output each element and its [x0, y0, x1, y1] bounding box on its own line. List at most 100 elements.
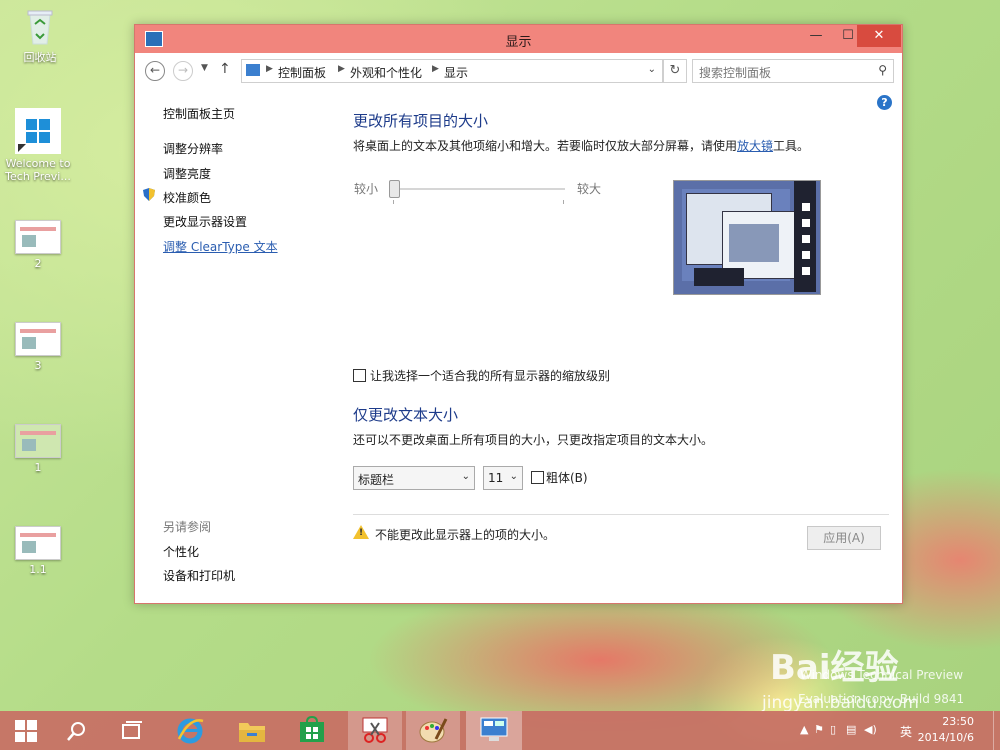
tray-show-hidden-icon[interactable]: ▲	[800, 723, 808, 736]
adjust-cleartype-link[interactable]: 调整 ClearType 文本	[163, 238, 278, 255]
desktop-icon-1[interactable]: 1	[0, 424, 78, 474]
desktop-icon-3[interactable]: 3	[0, 322, 78, 372]
taskbar-control-panel[interactable]	[466, 711, 522, 750]
preview-sidebar-icon	[802, 203, 810, 211]
preview-sidebar-icon	[802, 235, 810, 243]
breadcrumb[interactable]: ▶ 控制面板 ▶ 外观和个性化 ▶ 显示 ⌄	[241, 59, 663, 83]
task-view-button[interactable]	[110, 711, 154, 750]
store-icon	[300, 716, 324, 742]
forward-button[interactable]: →	[173, 61, 193, 81]
search-icon	[67, 722, 85, 741]
slider-tick	[393, 200, 394, 204]
control-panel-icon	[246, 64, 260, 76]
breadcrumb-item[interactable]: 控制面板	[278, 64, 326, 81]
taskbar-store[interactable]	[290, 711, 334, 750]
chevron-right-icon[interactable]: ▶	[432, 64, 439, 74]
chevron-right-icon[interactable]: ▶	[266, 64, 273, 74]
chevron-down-icon: ⌄	[509, 471, 518, 482]
help-icon[interactable]: ?	[877, 95, 892, 110]
clock-date: 2014/10/6	[917, 731, 974, 744]
magnifier-link[interactable]: 放大镜	[737, 139, 773, 153]
desktop-icon-2[interactable]: 2	[0, 220, 78, 270]
recent-locations-dropdown[interactable]: ▼	[201, 63, 208, 73]
tray-battery-icon[interactable]: ▯	[830, 723, 836, 736]
divider	[353, 514, 889, 515]
tray-volume-icon[interactable]: ◀)	[864, 723, 877, 736]
uac-shield-icon	[143, 188, 155, 201]
font-size-select[interactable]: 11 ⌄	[483, 466, 523, 490]
task-view-icon	[122, 721, 142, 739]
paint-palette-icon	[419, 718, 448, 743]
description-text: 将桌面上的文本及其他项缩小和增大。若要临时仅放大部分屏幕，请使用	[353, 139, 738, 153]
windows-logo-icon	[15, 108, 61, 154]
build-watermark: Evaluation copy. Build 9841	[798, 692, 965, 706]
taskbar-paint[interactable]	[406, 711, 460, 750]
title-bar[interactable]: 显示 — ☐ ✕	[135, 25, 902, 53]
refresh-button[interactable]: ↻	[663, 59, 687, 83]
size-slider-thumb[interactable]	[389, 180, 400, 198]
bold-checkbox[interactable]	[531, 471, 544, 484]
size-slider-track[interactable]	[389, 188, 565, 190]
control-panel-home-link[interactable]: 控制面板主页	[163, 105, 235, 122]
image-thumbnail-icon	[15, 424, 61, 458]
desktop-icon-1-1[interactable]: 1.1	[0, 526, 78, 576]
adjust-resolution-link[interactable]: 调整分辨率	[163, 140, 223, 157]
section-title-text-only: 仅更改文本大小	[353, 406, 459, 424]
taskbar-file-explorer[interactable]	[230, 711, 274, 750]
desktop-icon-label: 3	[34, 359, 42, 372]
preview-window-content	[729, 224, 779, 262]
taskbar-ie[interactable]	[168, 711, 212, 750]
show-desktop-button[interactable]	[993, 711, 1000, 750]
personalization-link[interactable]: 个性化	[163, 543, 199, 560]
font-size-value: 11	[488, 471, 504, 485]
desktop-icon-label: 2	[34, 257, 42, 270]
tray-flag-icon[interactable]: ⚑	[814, 723, 824, 736]
system-clock[interactable]: 23:50 2014/10/6	[918, 714, 974, 746]
change-display-settings-link[interactable]: 更改显示器设置	[163, 213, 247, 230]
bold-label[interactable]: 粗体(B)	[546, 469, 588, 486]
display-window: 显示 — ☐ ✕ ← → ▼ ↑ ▶ 控制面板 ▶ 外观和个性化 ▶ 显示 ⌄ …	[134, 24, 903, 604]
see-also-heading: 另请参阅	[163, 520, 212, 534]
back-button[interactable]: ←	[145, 61, 165, 81]
desktop-icon-label: 1	[34, 461, 42, 474]
item-select[interactable]: 标题栏 ⌄	[353, 466, 475, 490]
section-title-all-items: 更改所有项目的大小	[353, 112, 489, 130]
adjust-brightness-link[interactable]: 调整亮度	[163, 165, 211, 182]
tray-network-icon[interactable]: ▤	[846, 723, 856, 736]
search-input[interactable]: 搜索控制面板 ⚲	[692, 59, 894, 83]
breadcrumb-item[interactable]: 外观和个性化	[350, 64, 422, 81]
slider-min-label: 较小	[354, 182, 379, 196]
apply-button[interactable]: 应用(A)	[807, 526, 881, 550]
preview-sidebar-icon	[802, 251, 810, 259]
search-icon[interactable]: ⚲	[878, 63, 887, 77]
start-button[interactable]	[10, 711, 54, 750]
internet-explorer-icon	[177, 718, 204, 744]
image-thumbnail-icon	[15, 526, 61, 560]
window-title: 显示	[505, 35, 532, 50]
taskbar-search-button[interactable]	[56, 711, 100, 750]
calibrate-color-link[interactable]: 校准颜色	[163, 189, 211, 206]
custom-scaling-checkbox[interactable]	[353, 369, 366, 382]
desktop-icon-welcome[interactable]: Welcome to Tech Previ...	[0, 108, 78, 183]
desktop-icon-label: Welcome to Tech Previ...	[5, 157, 71, 183]
ime-indicator[interactable]: 英	[900, 723, 912, 740]
devices-printers-link[interactable]: 设备和打印机	[163, 567, 235, 584]
windows-preview-watermark: Windows Technical Preview	[800, 668, 964, 682]
address-dropdown-icon[interactable]: ⌄	[648, 64, 656, 75]
section-description-text-only: 还可以不更改桌面上所有项目的大小，只更改指定项目的文本大小。	[353, 433, 714, 447]
breadcrumb-item[interactable]: 显示	[444, 64, 468, 81]
chevron-right-icon[interactable]: ▶	[338, 64, 345, 74]
custom-scaling-label[interactable]: 让我选择一个适合我的所有显示器的缩放级别	[370, 367, 610, 384]
folder-icon	[239, 723, 265, 742]
close-button[interactable]: ✕	[857, 25, 901, 47]
taskbar-snipping-tool[interactable]	[348, 711, 402, 750]
up-button[interactable]: ↑	[219, 61, 231, 77]
minimize-button[interactable]: —	[801, 25, 831, 47]
clock-time: 23:50	[942, 715, 974, 728]
section-description-all-items: 将桌面上的文本及其他项缩小和增大。若要临时仅放大部分屏幕，请使用放大镜工具。	[353, 137, 809, 154]
item-select-value: 标题栏	[358, 473, 395, 487]
desktop-icon-label: 回收站	[23, 51, 57, 64]
desktop-icon-recycle-bin[interactable]: 回收站	[0, 8, 80, 65]
size-preview-image	[673, 180, 821, 295]
image-thumbnail-icon	[15, 322, 61, 356]
